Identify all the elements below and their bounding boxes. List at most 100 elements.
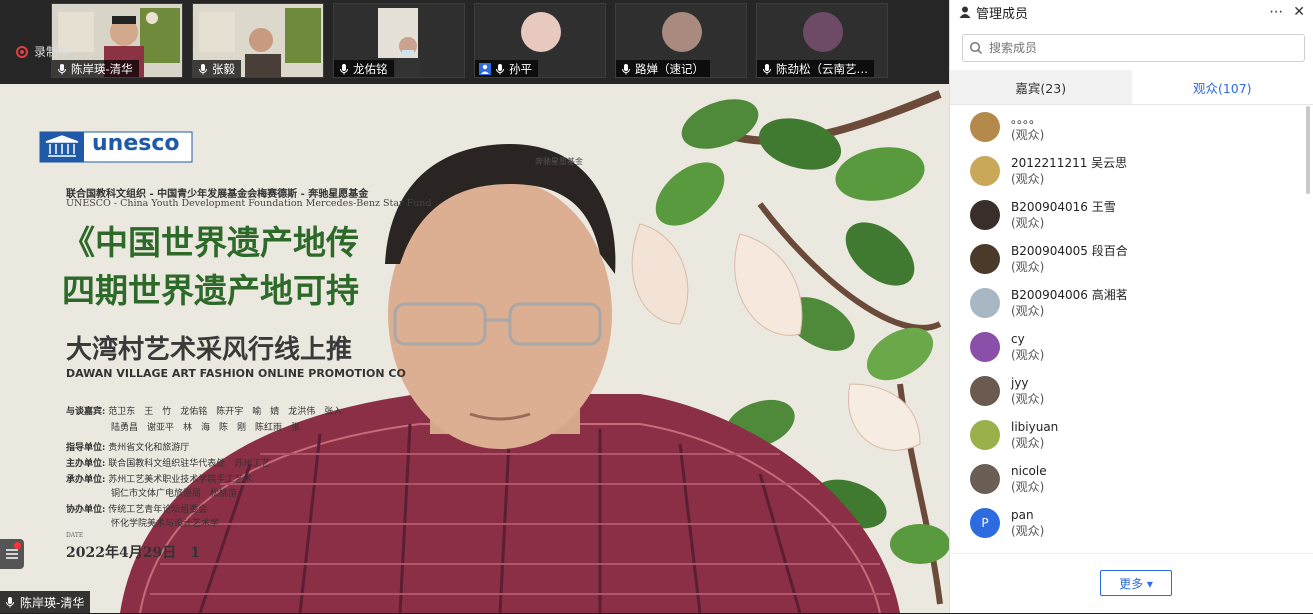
recording-indicator[interactable]: 录制中 — [16, 43, 70, 60]
tab-audience[interactable]: 观众(107) — [1132, 70, 1313, 104]
list-item[interactable]: Ppan(观众) — [950, 501, 1305, 545]
host-label: 主办单位: — [66, 459, 105, 469]
avatar — [970, 156, 1000, 186]
poster-subtitle-en: DAWAN VILLAGE ART FASHION ONLINE PROMOTI… — [66, 367, 406, 380]
member-name: B200904016 王雪 — [1011, 199, 1116, 215]
host-value: 联合国教科文组织驻华代表处 苏州工艺 — [108, 459, 270, 469]
mic-icon — [56, 63, 68, 75]
member-name: B200904005 段百合 — [1011, 243, 1128, 259]
side-toolbar-toggle[interactable] — [0, 539, 24, 569]
list-item[interactable]: 。。。。(观众) — [950, 105, 1305, 149]
avatar — [970, 464, 1000, 494]
panel-header: 管理成员 ⋯ ✕ — [950, 0, 1313, 24]
organizer-value1: 苏州工艺美术职业技术学院手工艺术 — [108, 475, 252, 485]
list-item[interactable]: cy(观众) — [950, 325, 1305, 369]
more-button[interactable]: 更多 ▾ — [1100, 570, 1172, 596]
panel-title: 管理成员 — [976, 3, 1259, 22]
poster-logo-text: unesco — [92, 131, 180, 156]
video-tile-6[interactable]: 陈劲松（云南艺… — [756, 3, 888, 78]
member-name: 。。。。 — [1011, 111, 1044, 127]
member-tabs: 嘉宾(23) 观众(107) — [950, 70, 1313, 105]
members-panel: 管理成员 ⋯ ✕ 嘉宾(23) 观众(107) 。。。。(观众)20122112… — [949, 0, 1313, 613]
person-icon — [958, 5, 972, 19]
participant-label: 路婵（速记） — [616, 60, 710, 77]
mic-icon — [338, 63, 350, 75]
participant-avatar — [521, 12, 561, 52]
member-info: libiyuan(观众) — [1011, 419, 1058, 451]
list-item[interactable]: B200904016 王雪(观众) — [950, 193, 1305, 237]
member-info: B200904016 王雪(观众) — [1011, 199, 1116, 231]
member-info: pan(观众) — [1011, 507, 1044, 539]
participant-avatar — [662, 12, 702, 52]
list-item[interactable]: 2012211211 吴云思(观众) — [950, 149, 1305, 193]
mic-icon — [761, 63, 773, 75]
member-info: B200904006 高湘茗(观众) — [1011, 287, 1128, 319]
recording-label: 录制中 — [34, 43, 70, 60]
member-role: (观众) — [1011, 171, 1127, 187]
main-video[interactable]: unesco 奔驰星愿基金 联合国教科文组织 - 中国青少年发展基金会梅赛德斯 … — [0, 84, 949, 613]
guests-row1: 范卫东 王 竹 龙佑铭 陈开宇 喻 婧 龙洪伟 张入 — [108, 407, 342, 417]
participant-name: 张毅 — [212, 61, 235, 77]
poster-org-en: UNESCO - China Youth Development Foundat… — [66, 198, 432, 209]
speaker-name: 陈岸瑛-清华 — [20, 594, 84, 611]
menu-icon — [5, 548, 19, 560]
member-role: (观众) — [1011, 127, 1044, 143]
list-item[interactable]: libiyuan(观众) — [950, 413, 1305, 457]
video-tile-4[interactable]: 孙平 — [474, 3, 606, 78]
poster-guests: 与谈嘉宾: 范卫东 王 竹 龙佑铭 陈开宇 喻 婧 龙洪伟 张入 — [66, 404, 342, 417]
list-item[interactable]: nicole(观众) — [950, 457, 1305, 501]
member-name: cy — [1011, 331, 1044, 347]
video-tile-5[interactable]: 路婵（速记） — [615, 3, 747, 78]
speaker-label: 陈岸瑛-清华 — [0, 591, 90, 613]
poster-title-line1: 《中国世界遗产地传 — [62, 216, 359, 264]
participant-label: 陈岸瑛-清华 — [52, 60, 139, 77]
poster-guide: 指导单位: 贵州省文化和旅游厅 — [66, 440, 189, 453]
video-tile-3[interactable]: 龙佑铭 — [333, 3, 465, 78]
participant-label: 龙佑铭 — [334, 60, 394, 77]
avatar — [970, 112, 1000, 142]
member-role: (观众) — [1011, 391, 1044, 407]
poster-co: 协办单位: 传统工艺青年论坛组委会 — [66, 502, 207, 515]
avatar — [970, 332, 1000, 362]
participant-name: 路婵（速记） — [635, 61, 704, 77]
member-info: cy(观众) — [1011, 331, 1044, 363]
guide-value: 贵州省文化和旅游厅 — [108, 443, 189, 453]
video-tile-2[interactable]: 张毅 — [192, 3, 324, 78]
mic-icon — [494, 63, 506, 75]
search-input[interactable] — [987, 40, 1291, 56]
participant-name: 陈劲松（云南艺… — [776, 61, 868, 77]
member-name: B200904006 高湘茗 — [1011, 287, 1128, 303]
poster-subtitle-cn: 大湾村艺术采风行线上推 — [66, 329, 352, 366]
co-value2: 怀化学院美术与设计艺术学 — [111, 516, 219, 529]
list-item[interactable]: B200904006 高湘茗(观众) — [950, 281, 1305, 325]
co-label: 协办单位: — [66, 505, 105, 515]
tab-guests[interactable]: 嘉宾(23) — [950, 70, 1132, 104]
list-item[interactable]: jyy(观众) — [950, 369, 1305, 413]
more-options-icon[interactable]: ⋯ — [1269, 4, 1283, 20]
member-role: (观众) — [1011, 347, 1044, 363]
record-icon — [16, 46, 28, 58]
co-value1: 传统工艺青年论坛组委会 — [108, 505, 207, 515]
avatar: P — [970, 508, 1000, 538]
avatar — [970, 420, 1000, 450]
member-name: nicole — [1011, 463, 1047, 479]
list-item[interactable]: B200904005 段百合(观众) — [950, 237, 1305, 281]
member-role: (观众) — [1011, 215, 1116, 231]
participant-label: 孙平 — [475, 60, 538, 77]
member-info: 2012211211 吴云思(观众) — [1011, 155, 1127, 187]
member-role: (观众) — [1011, 259, 1128, 275]
member-name: 2012211211 吴云思 — [1011, 155, 1127, 171]
poster-fund-mark: 奔驰星愿基金 — [535, 156, 583, 167]
mic-icon — [4, 596, 16, 608]
member-info: jyy(观众) — [1011, 375, 1044, 407]
participant-name: 孙平 — [509, 61, 532, 77]
member-search[interactable] — [962, 34, 1305, 62]
poster-host: 主办单位: 联合国教科文组织驻华代表处 苏州工艺 — [66, 456, 270, 469]
participant-video-strip: 录制中 陈岸瑛-清华 张毅 — [0, 0, 949, 84]
scrollbar[interactable] — [1306, 106, 1310, 194]
member-name: jyy — [1011, 375, 1044, 391]
user-icon — [479, 63, 491, 75]
close-icon[interactable]: ✕ — [1293, 4, 1305, 20]
panel-footer: 更多 ▾ — [950, 553, 1313, 614]
video-tile-1[interactable]: 陈岸瑛-清华 — [51, 3, 183, 78]
